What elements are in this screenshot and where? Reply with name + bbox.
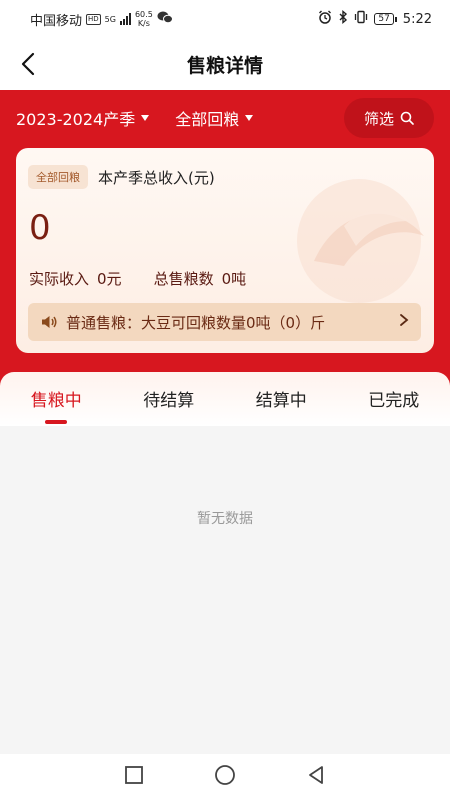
- total-sold: 总售粮数 0吨: [154, 268, 255, 289]
- recent-apps-button[interactable]: [124, 765, 144, 789]
- hd-badge: HD: [86, 13, 101, 25]
- season-dropdown-label: 2023-2024产季: [16, 110, 136, 129]
- chevron-right-icon: [399, 313, 409, 331]
- clock: 5:22: [402, 11, 432, 27]
- status-tabs: 售粮中 待结算 结算中 已完成: [0, 372, 450, 426]
- tab-pending-settlement[interactable]: 待结算: [137, 386, 200, 411]
- square-icon: [125, 766, 143, 784]
- grain-type-dropdown[interactable]: 全部回粮: [175, 106, 254, 130]
- triangle-back-icon: [309, 766, 323, 784]
- total-income-value: 0: [29, 208, 51, 248]
- empty-state-text: 暂无数据: [197, 511, 253, 527]
- speaker-icon: [40, 314, 58, 330]
- network-label: 5G: [104, 14, 116, 24]
- tab-pending-settlement-label: 待结算: [143, 390, 195, 411]
- system-nav-bar: [0, 754, 450, 800]
- filter-button-label: 筛选: [363, 109, 394, 128]
- total-sold-value: 0吨: [221, 270, 247, 288]
- back-arrow-icon: [21, 52, 35, 76]
- grain-watermark-icon: [297, 179, 424, 303]
- search-icon: [400, 111, 414, 125]
- battery-icon: 57: [374, 13, 397, 25]
- carrier-label: 中国移动: [30, 13, 83, 29]
- caret-down-icon: [141, 115, 150, 121]
- list-area: [0, 426, 450, 756]
- tab-settling[interactable]: 结算中: [250, 386, 313, 411]
- network-speed: 60.5 K/s: [134, 10, 153, 28]
- tab-completed-label: 已完成: [368, 390, 420, 411]
- season-dropdown[interactable]: 2023-2024产季: [16, 106, 150, 130]
- circle-icon: [215, 765, 235, 785]
- income-summary-card: 全部回粮 本产季总收入(元) 0 实际收入 0元 总售粮数 0吨 普通售粮：大豆可回…: [16, 148, 434, 353]
- actual-income-value: 0元: [97, 270, 122, 288]
- filter-button[interactable]: 筛选: [344, 98, 434, 138]
- grain-type-tag: 全部回粮: [28, 165, 88, 189]
- actual-income: 实际收入 0元: [29, 268, 130, 289]
- tab-settling-label: 结算中: [255, 390, 307, 411]
- notice-text: 普通售粮：大豆可回粮数量0吨（0）斤: [66, 313, 326, 332]
- active-tab-indicator: [45, 419, 68, 424]
- filter-bar: 2023-2024产季 全部回粮 筛选: [0, 96, 450, 140]
- total-sold-label: 总售粮数: [153, 270, 214, 288]
- tab-selling[interactable]: 售粮中: [25, 386, 88, 424]
- page-title: 售粮详情: [186, 54, 263, 77]
- wechat-icon: [157, 11, 173, 28]
- tab-completed[interactable]: 已完成: [362, 386, 425, 411]
- bluetooth-icon: [338, 10, 348, 28]
- alarm-icon: [318, 10, 332, 28]
- status-bar: 中国移动 HD 5G 60.5 K/s 57 5:22: [0, 0, 450, 38]
- signal-icon: [119, 13, 131, 25]
- system-back-button[interactable]: [306, 765, 326, 789]
- grain-return-notice[interactable]: 普通售粮：大豆可回粮数量0吨（0）斤: [28, 303, 421, 341]
- grain-type-dropdown-label: 全部回粮: [175, 110, 240, 129]
- actual-income-label: 实际收入: [29, 270, 90, 288]
- nav-bar: 售粮详情: [0, 38, 450, 90]
- tab-selling-label: 售粮中: [30, 390, 82, 411]
- back-button[interactable]: [14, 50, 42, 78]
- home-button[interactable]: [214, 764, 236, 790]
- vibrate-icon: [354, 10, 368, 28]
- season-income-title: 本产季总收入(元): [98, 168, 215, 187]
- caret-down-icon: [245, 115, 254, 121]
